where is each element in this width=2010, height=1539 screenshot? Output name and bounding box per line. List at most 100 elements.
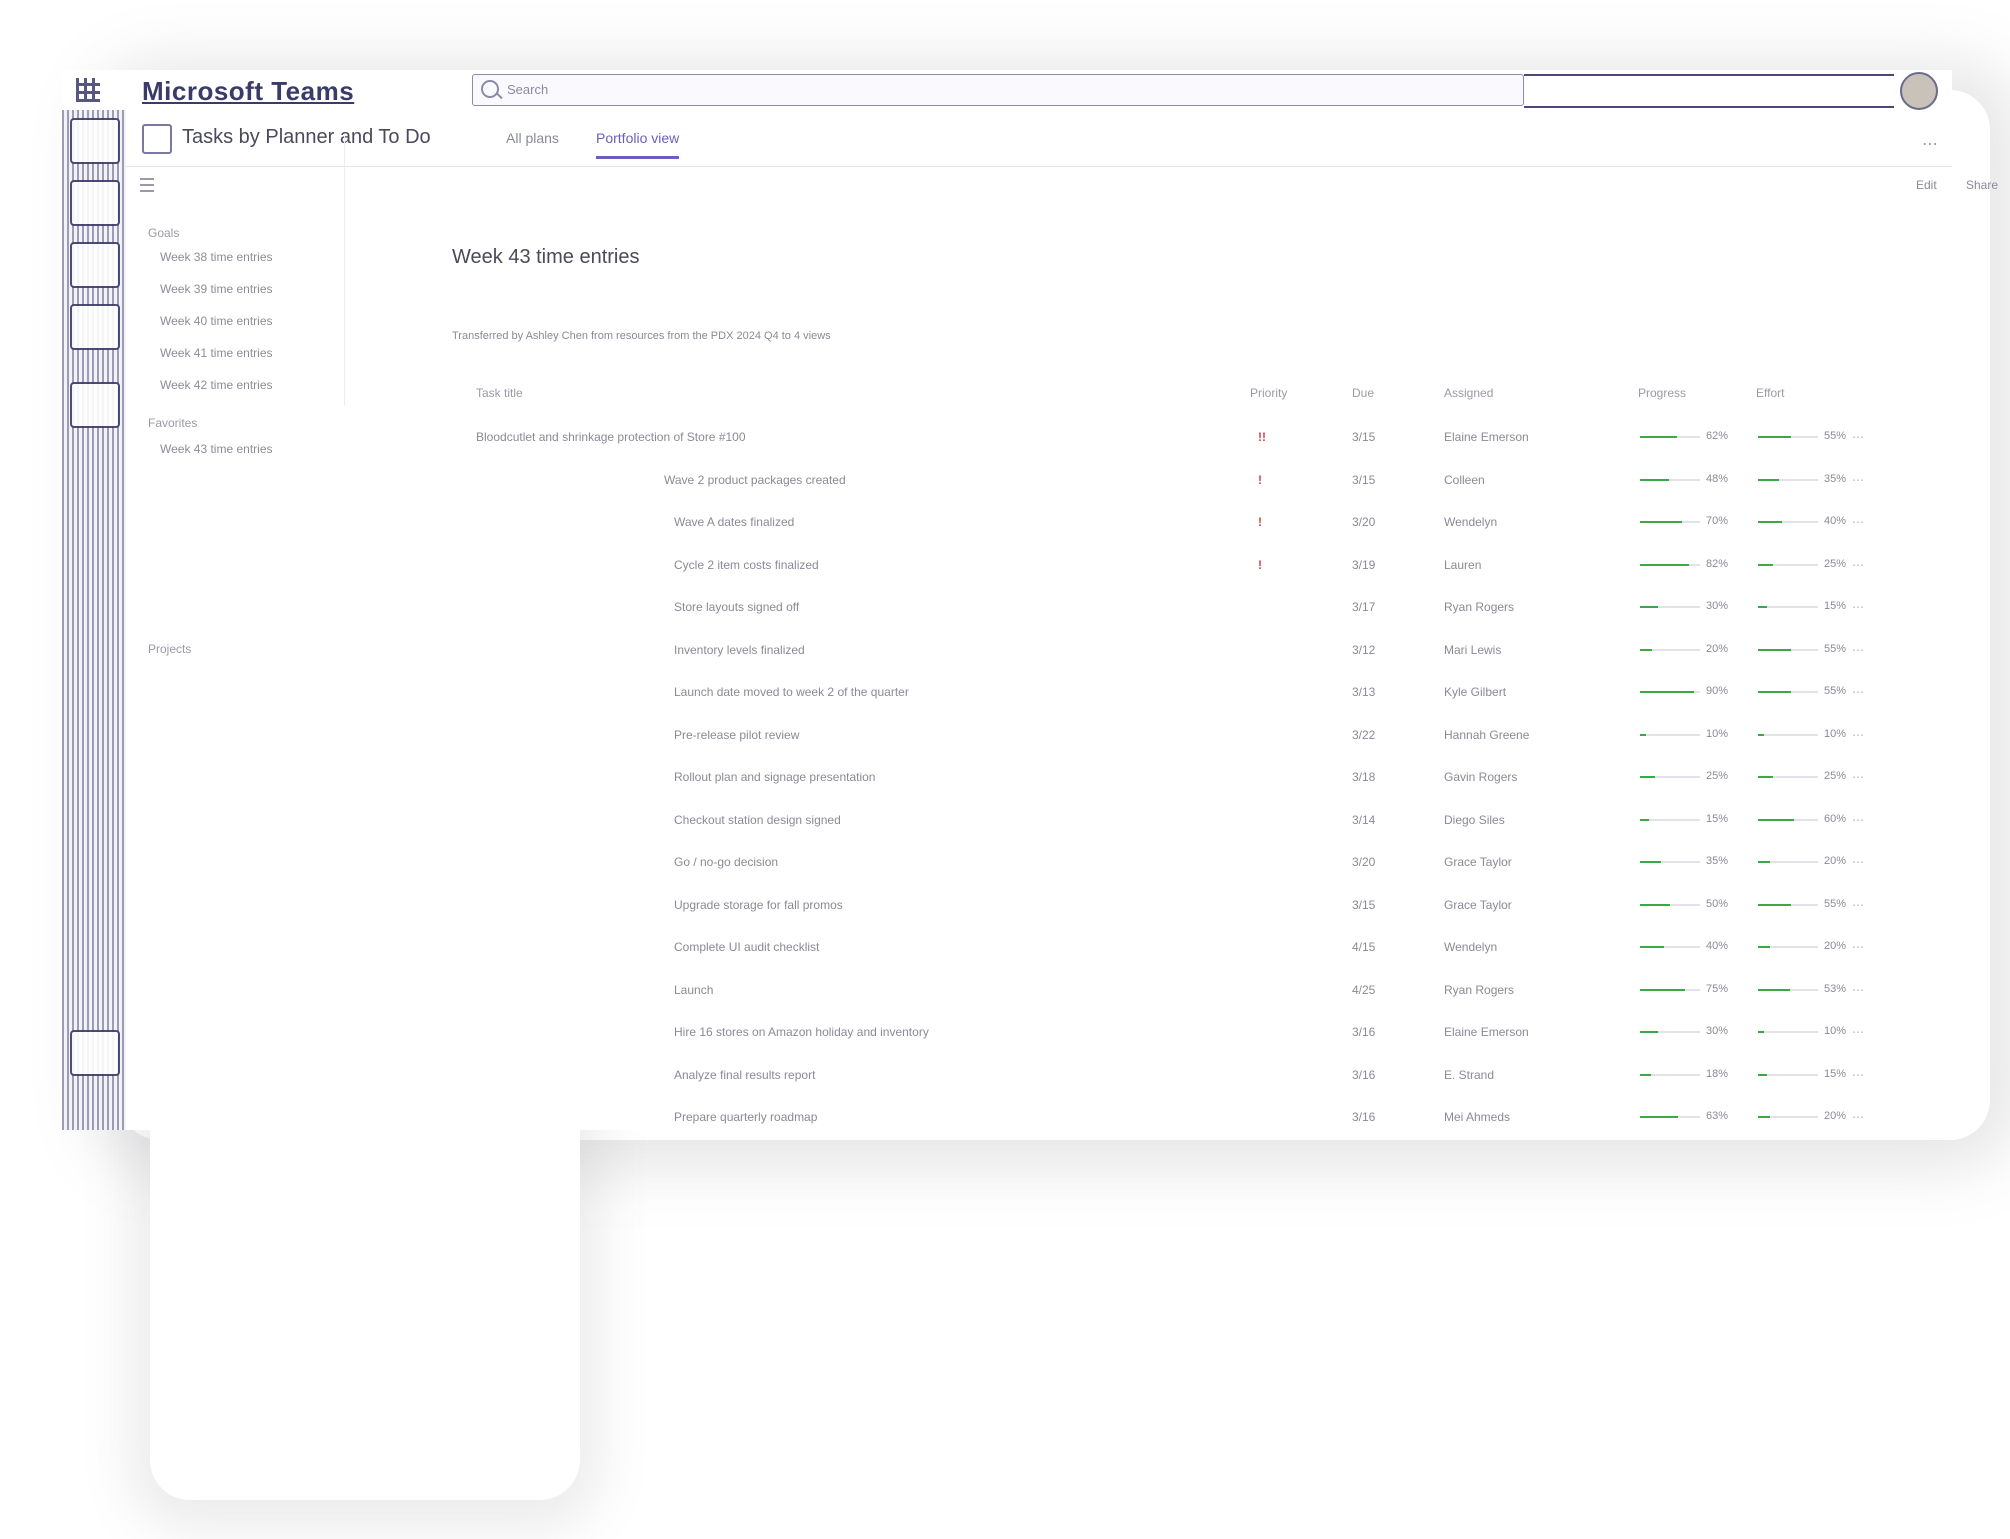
table-row[interactable]: Complete UI audit checklist 4/15 Wendelyn 4…: [452, 928, 1872, 970]
row-more-icon[interactable]: ⋯: [1852, 430, 1864, 444]
task-title[interactable]: Analyze final results report: [674, 1068, 815, 1082]
task-title[interactable]: Launch date moved to week 2 of the quart…: [674, 685, 909, 699]
row-more-icon[interactable]: ⋯: [1852, 770, 1864, 784]
assignee: Kyle Gilbert: [1444, 685, 1507, 699]
progress-fill: [1640, 521, 1682, 523]
progress-percent: 18%: [1706, 1067, 1729, 1080]
table-row[interactable]: Wave 2 product packages created! 3/15 Coll…: [452, 461, 1872, 503]
row-more-icon[interactable]: ⋯: [1852, 983, 1864, 997]
progress-percent: 35%: [1706, 855, 1729, 867]
assignee: Elaine Emerson: [1444, 1025, 1529, 1039]
table-row[interactable]: Cycle 2 item costs finalized! 3/19 Lauren 8…: [452, 546, 1872, 588]
task-title[interactable]: Wave 2 product packages created: [664, 473, 846, 487]
apps-icon[interactable]: [70, 1030, 120, 1076]
column-header-priority[interactable]: Priority: [1250, 386, 1287, 400]
progress-percent: 90%: [1706, 685, 1729, 697]
progress-percent: 82%: [1706, 557, 1729, 570]
task-title[interactable]: Pre-release pilot review: [674, 728, 799, 742]
effort-bar: [1758, 436, 1818, 438]
nav-item[interactable]: Week 41 time entries: [160, 346, 273, 360]
nav-item[interactable]: Week 40 time entries: [160, 314, 273, 328]
row-more-icon[interactable]: ⋯: [1852, 1025, 1864, 1039]
task-title[interactable]: Inventory levels finalized: [674, 643, 805, 657]
column-header-assigned[interactable]: Assigned: [1444, 386, 1493, 400]
progress-fill: [1640, 478, 1669, 481]
table-row[interactable]: Hire 16 stores on Amazon holiday and inv…: [452, 1013, 1872, 1055]
task-title[interactable]: Hire 16 stores on Amazon holiday and inv…: [674, 1025, 929, 1039]
effort-fill: [1758, 1031, 1764, 1033]
task-title[interactable]: Complete UI audit checklist: [674, 940, 819, 954]
table-row[interactable]: Launch date moved to week 2 of the quart…: [452, 673, 1872, 715]
nav-item[interactable]: Week 38 time entries: [160, 250, 273, 264]
more-options-icon[interactable]: ⋯: [1922, 134, 1938, 154]
row-more-icon[interactable]: ⋯: [1852, 1068, 1864, 1082]
tab-portfolio-view[interactable]: Portfolio view: [596, 130, 680, 159]
progress-fill: [1640, 988, 1685, 991]
row-more-icon[interactable]: ⋯: [1852, 728, 1864, 742]
task-title[interactable]: Store layouts signed off: [674, 600, 799, 614]
table-row[interactable]: Inventory levels finalized 3/12 Mari Lewis…: [452, 631, 1872, 673]
assignee: Mei Ahmeds: [1444, 1110, 1511, 1124]
assignee: E. Strand: [1444, 1067, 1495, 1082]
row-more-icon[interactable]: ⋯: [1852, 600, 1864, 614]
task-title[interactable]: Prepare quarterly roadmap: [674, 1110, 817, 1124]
avatar[interactable]: [1900, 72, 1938, 110]
effort-fill: [1758, 733, 1764, 736]
task-title[interactable]: Launch: [674, 983, 713, 997]
effort-fill: [1758, 776, 1773, 778]
task-title[interactable]: Cycle 2 item costs finalized: [674, 558, 819, 572]
table-row[interactable]: Bloodcutlet and shrinkage protection of …: [452, 418, 1872, 460]
progress-bar: [1640, 691, 1700, 693]
tab-all-plans[interactable]: All plans: [506, 130, 559, 146]
column-header-progress[interactable]: Progress: [1638, 386, 1686, 400]
assignee: Lauren: [1444, 557, 1482, 572]
effort-fill: [1758, 903, 1791, 906]
progress-percent: 48%: [1706, 472, 1729, 485]
task-title[interactable]: Rollout plan and signage presentation: [674, 770, 875, 784]
due-date: 3/20: [1352, 855, 1376, 869]
table-row[interactable]: Checkout station design signed 3/14 Diego …: [452, 801, 1872, 843]
table-row[interactable]: Rollout plan and signage presentation 3/1…: [452, 758, 1872, 800]
task-title[interactable]: Bloodcutlet and shrinkage protection of …: [476, 430, 746, 444]
row-more-icon[interactable]: ⋯: [1852, 855, 1864, 869]
table-row[interactable]: Wave A dates finalized! 3/20 Wendelyn 70% 40…: [452, 503, 1872, 545]
app-launcher-icon[interactable]: [76, 78, 100, 102]
task-title[interactable]: Upgrade storage for fall promos: [674, 898, 843, 912]
nav-item-active[interactable]: Week 43 time entries: [160, 442, 273, 456]
app-header: Tasks by Planner and To Do All plans Por…: [126, 110, 1952, 167]
table-row[interactable]: Upgrade storage for fall promos 3/15 Grace…: [452, 886, 1872, 928]
effort-fill: [1758, 861, 1770, 863]
row-more-icon[interactable]: ⋯: [1852, 473, 1864, 487]
table-row[interactable]: Analyze final results report 3/16 E. Stran…: [452, 1056, 1872, 1098]
progress-bar: [1640, 563, 1700, 566]
task-title[interactable]: Go / no-go decision: [674, 855, 778, 869]
share-button[interactable]: Share: [1966, 178, 1998, 192]
progress-fill: [1640, 1116, 1678, 1118]
table-row[interactable]: Store layouts signed off 3/17 Ryan Rogers 3…: [452, 588, 1872, 630]
column-header-task[interactable]: Task title: [476, 386, 523, 400]
row-more-icon[interactable]: ⋯: [1852, 813, 1864, 827]
row-more-icon[interactable]: ⋯: [1852, 940, 1864, 954]
table-row[interactable]: Launch 4/25 Ryan Rogers 75% 53% ⋯: [452, 971, 1872, 1013]
row-more-icon[interactable]: ⋯: [1852, 515, 1864, 529]
nav-item[interactable]: Week 42 time entries: [160, 378, 273, 392]
nav-item[interactable]: Week 39 time entries: [160, 282, 273, 296]
task-title[interactable]: Checkout station design signed: [674, 813, 841, 827]
progress-bar: [1640, 903, 1700, 906]
progress-percent: 10%: [1706, 727, 1729, 740]
search-input[interactable]: Search: [472, 74, 1524, 106]
search-placeholder: Search: [507, 82, 549, 97]
row-more-icon[interactable]: ⋯: [1852, 643, 1864, 657]
task-title[interactable]: Wave A dates finalized: [674, 515, 794, 529]
row-more-icon[interactable]: ⋯: [1852, 898, 1864, 912]
column-header-due[interactable]: Due: [1352, 386, 1374, 400]
row-more-icon[interactable]: ⋯: [1852, 558, 1864, 572]
table-row[interactable]: Go / no-go decision 3/20 Grace Taylor 35% 20…: [452, 843, 1872, 885]
edit-button[interactable]: Edit: [1916, 178, 1937, 192]
effort-bar: [1758, 1116, 1818, 1118]
row-more-icon[interactable]: ⋯: [1852, 1110, 1864, 1124]
column-header-effort[interactable]: Effort: [1756, 386, 1784, 400]
row-more-icon[interactable]: ⋯: [1852, 685, 1864, 699]
table-row[interactable]: Prepare quarterly roadmap 3/16 Mei Ahmeds 6…: [452, 1098, 1872, 1140]
table-row[interactable]: Pre-release pilot review 3/22 Hannah Green…: [452, 716, 1872, 758]
